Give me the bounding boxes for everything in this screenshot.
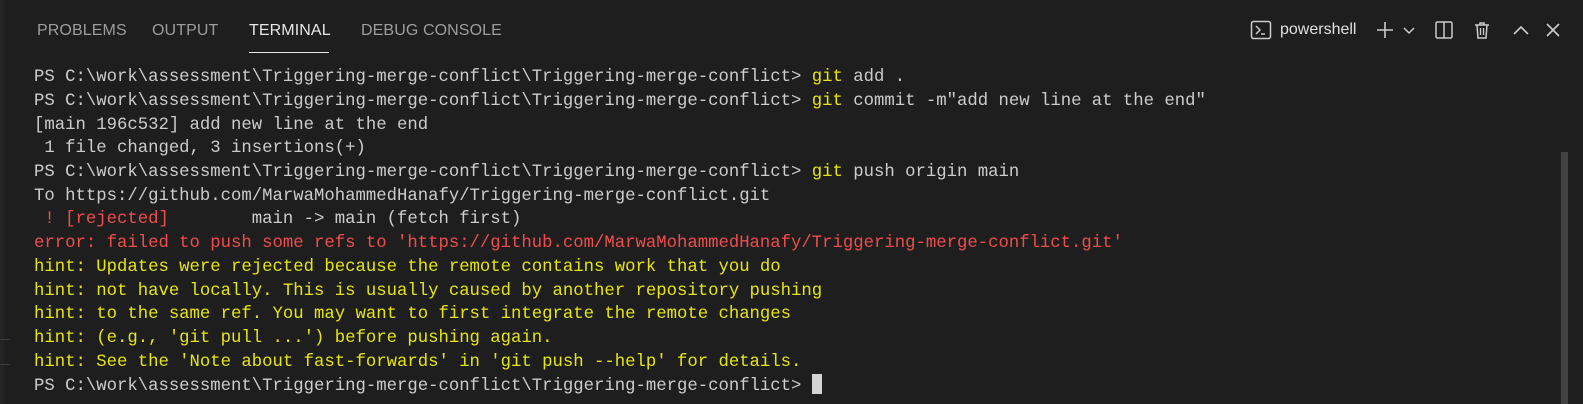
rejected-detail: main -> main (fetch first) [168, 210, 522, 229]
terminal-prompt: PS C:\work\assessment\Triggering-merge-c… [34, 377, 812, 396]
kill-terminal-button[interactable] [1470, 16, 1494, 44]
terminal-line: PS C:\work\assessment\Triggering-merge-c… [34, 90, 1206, 114]
trash-icon [1472, 20, 1492, 40]
command-name: git [811, 92, 843, 111]
command-args: add . [842, 68, 906, 87]
command-name: git [811, 68, 843, 87]
terminal-prompt: PS C:\work\assessment\Triggering-merge-c… [34, 92, 812, 111]
chevron-down-icon [1402, 25, 1416, 35]
hint-line: hint: (e.g., 'git pull ...') before push… [34, 329, 553, 348]
terminal-line: PS C:\work\assessment\Triggering-merge-c… [34, 374, 822, 398]
split-terminal-icon [1434, 20, 1454, 40]
chevron-up-icon [1512, 24, 1530, 36]
hint-line: hint: See the 'Note about fast-forwards'… [34, 353, 802, 372]
hint-line: hint: to the same ref. You may want to f… [34, 305, 792, 324]
close-panel-button[interactable] [1542, 16, 1564, 44]
terminal-line: PS C:\work\assessment\Triggering-merge-c… [34, 66, 905, 90]
command-name: git [811, 163, 843, 182]
terminal-powershell-icon [1250, 20, 1272, 40]
terminal-selector-button[interactable]: powershell [1250, 16, 1370, 44]
terminal-line: 1 file changed, 3 insertions(+) [34, 139, 366, 158]
terminal-line: To https://github.com/MarwaMohammedHanaf… [34, 187, 771, 206]
rejected-label: ! [rejected] [34, 210, 169, 229]
terminal-line: [main 196c532] add new line at the end [34, 116, 429, 135]
tab-problems[interactable]: PROBLEMS [37, 22, 127, 42]
maximize-panel-button[interactable] [1509, 16, 1533, 44]
terminal-scrollbar[interactable] [1561, 152, 1568, 404]
terminal-prompt: PS C:\work\assessment\Triggering-merge-c… [34, 163, 812, 182]
close-icon [1545, 22, 1561, 38]
terminal-shell-name: powershell [1280, 21, 1357, 38]
hint-line: hint: not have locally. This is usually … [34, 282, 823, 301]
tab-terminal[interactable]: TERMINAL [249, 22, 331, 42]
terminal-output[interactable]: PS C:\work\assessment\Triggering-merge-c… [0, 62, 1568, 404]
active-tab-indicator [249, 52, 329, 53]
terminal-prompt: PS C:\work\assessment\Triggering-merge-c… [34, 68, 812, 87]
hint-line: hint: Updates were rejected because the … [34, 258, 781, 277]
launch-profile-dropdown[interactable] [1400, 16, 1418, 44]
terminal-line: ! [rejected] main -> main (fetch first) [34, 208, 521, 232]
command-args: commit -m"add new line at the end" [842, 92, 1206, 111]
terminal-line: PS C:\work\assessment\Triggering-merge-c… [34, 161, 1019, 185]
split-terminal-button[interactable] [1432, 16, 1456, 44]
new-terminal-button[interactable] [1374, 16, 1396, 44]
panel-tab-bar: PROBLEMS OUTPUT TERMINAL DEBUG CONSOLE p… [0, 0, 1583, 60]
command-args: push origin main [842, 163, 1020, 182]
tab-debug-console[interactable]: DEBUG CONSOLE [361, 22, 502, 42]
terminal-cursor [811, 374, 822, 394]
tab-output[interactable]: OUTPUT [152, 22, 218, 42]
plus-icon [1375, 20, 1395, 40]
error-line: error: failed to push some refs to 'http… [34, 234, 1123, 253]
